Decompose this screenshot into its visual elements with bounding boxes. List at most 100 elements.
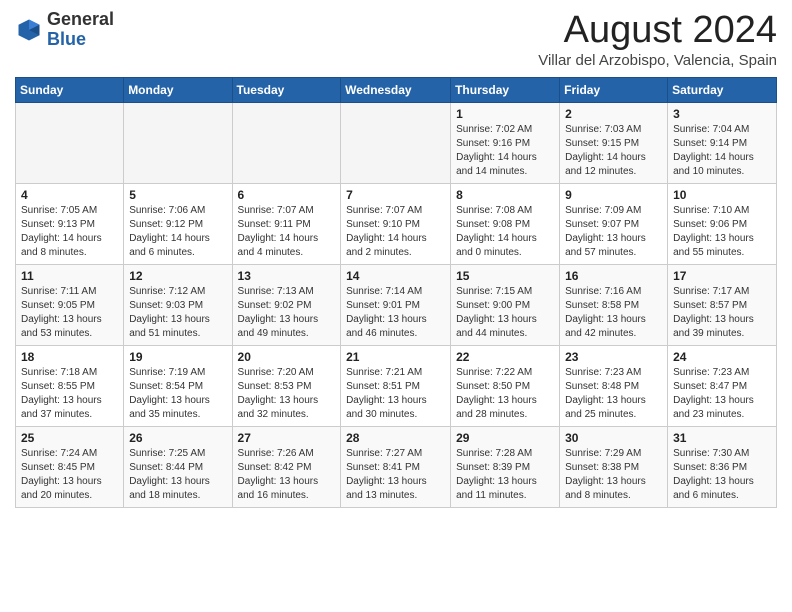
day-info: Sunrise: 7:22 AM Sunset: 8:50 PM Dayligh… [456, 366, 554, 422]
calendar-cell: 10 Sunrise: 7:10 AM Sunset: 9:06 PM Dayli… [668, 183, 777, 264]
calendar-cell: 15 Sunrise: 7:15 AM Sunset: 9:00 PM Dayli… [451, 264, 560, 345]
day-number: 31 [673, 431, 771, 445]
day-info: Sunrise: 7:11 AM Sunset: 9:05 PM Dayligh… [21, 285, 118, 341]
calendar-cell: 17 Sunrise: 7:17 AM Sunset: 8:57 PM Dayli… [668, 264, 777, 345]
day-info: Sunrise: 7:21 AM Sunset: 8:51 PM Dayligh… [346, 366, 445, 422]
column-header-sunday: Sunday [16, 77, 124, 102]
day-number: 7 [346, 188, 445, 202]
day-number: 22 [456, 350, 554, 364]
day-number: 5 [129, 188, 226, 202]
day-info: Sunrise: 7:23 AM Sunset: 8:48 PM Dayligh… [565, 366, 662, 422]
day-number: 1 [456, 107, 554, 121]
calendar-cell: 6 Sunrise: 7:07 AM Sunset: 9:11 PM Daylig… [232, 183, 341, 264]
calendar-cell: 28 Sunrise: 7:27 AM Sunset: 8:41 PM Dayli… [341, 426, 451, 507]
calendar-cell: 25 Sunrise: 7:24 AM Sunset: 8:45 PM Dayli… [16, 426, 124, 507]
calendar-cell: 7 Sunrise: 7:07 AM Sunset: 9:10 PM Daylig… [341, 183, 451, 264]
calendar-cell: 27 Sunrise: 7:26 AM Sunset: 8:42 PM Dayli… [232, 426, 341, 507]
logo-general-text: General [47, 9, 114, 29]
day-info: Sunrise: 7:16 AM Sunset: 8:58 PM Dayligh… [565, 285, 662, 341]
day-info: Sunrise: 7:04 AM Sunset: 9:14 PM Dayligh… [673, 123, 771, 179]
day-info: Sunrise: 7:17 AM Sunset: 8:57 PM Dayligh… [673, 285, 771, 341]
title-area: August 2024 Villar del Arzobispo, Valenc… [538, 10, 777, 69]
day-info: Sunrise: 7:30 AM Sunset: 8:36 PM Dayligh… [673, 447, 771, 503]
day-number: 11 [21, 269, 118, 283]
calendar-cell [16, 102, 124, 183]
calendar-cell: 12 Sunrise: 7:12 AM Sunset: 9:03 PM Dayli… [124, 264, 232, 345]
day-info: Sunrise: 7:23 AM Sunset: 8:47 PM Dayligh… [673, 366, 771, 422]
calendar-cell: 11 Sunrise: 7:11 AM Sunset: 9:05 PM Dayli… [16, 264, 124, 345]
day-info: Sunrise: 7:20 AM Sunset: 8:53 PM Dayligh… [238, 366, 336, 422]
day-number: 14 [346, 269, 445, 283]
day-info: Sunrise: 7:12 AM Sunset: 9:03 PM Dayligh… [129, 285, 226, 341]
day-number: 8 [456, 188, 554, 202]
day-info: Sunrise: 7:13 AM Sunset: 9:02 PM Dayligh… [238, 285, 336, 341]
day-number: 17 [673, 269, 771, 283]
calendar-cell: 20 Sunrise: 7:20 AM Sunset: 8:53 PM Dayli… [232, 345, 341, 426]
day-info: Sunrise: 7:24 AM Sunset: 8:45 PM Dayligh… [21, 447, 118, 503]
calendar-week-row: 25 Sunrise: 7:24 AM Sunset: 8:45 PM Dayli… [16, 426, 777, 507]
day-number: 21 [346, 350, 445, 364]
day-number: 9 [565, 188, 662, 202]
logo-blue-text: Blue [47, 29, 86, 49]
day-number: 26 [129, 431, 226, 445]
calendar-cell: 26 Sunrise: 7:25 AM Sunset: 8:44 PM Dayli… [124, 426, 232, 507]
day-info: Sunrise: 7:07 AM Sunset: 9:11 PM Dayligh… [238, 204, 336, 260]
day-info: Sunrise: 7:02 AM Sunset: 9:16 PM Dayligh… [456, 123, 554, 179]
day-number: 13 [238, 269, 336, 283]
day-info: Sunrise: 7:29 AM Sunset: 8:38 PM Dayligh… [565, 447, 662, 503]
day-info: Sunrise: 7:18 AM Sunset: 8:55 PM Dayligh… [21, 366, 118, 422]
day-number: 10 [673, 188, 771, 202]
column-header-wednesday: Wednesday [341, 77, 451, 102]
calendar-cell: 24 Sunrise: 7:23 AM Sunset: 8:47 PM Dayli… [668, 345, 777, 426]
day-number: 4 [21, 188, 118, 202]
logo-text: General Blue [47, 10, 114, 50]
day-number: 15 [456, 269, 554, 283]
day-info: Sunrise: 7:14 AM Sunset: 9:01 PM Dayligh… [346, 285, 445, 341]
day-number: 25 [21, 431, 118, 445]
day-info: Sunrise: 7:25 AM Sunset: 8:44 PM Dayligh… [129, 447, 226, 503]
calendar-cell [232, 102, 341, 183]
calendar-week-row: 18 Sunrise: 7:18 AM Sunset: 8:55 PM Dayli… [16, 345, 777, 426]
calendar-week-row: 4 Sunrise: 7:05 AM Sunset: 9:13 PM Daylig… [16, 183, 777, 264]
day-info: Sunrise: 7:05 AM Sunset: 9:13 PM Dayligh… [21, 204, 118, 260]
calendar-cell: 9 Sunrise: 7:09 AM Sunset: 9:07 PM Daylig… [560, 183, 668, 264]
calendar-cell: 3 Sunrise: 7:04 AM Sunset: 9:14 PM Daylig… [668, 102, 777, 183]
calendar-cell: 13 Sunrise: 7:13 AM Sunset: 9:02 PM Dayli… [232, 264, 341, 345]
month-title: August 2024 [538, 10, 777, 52]
day-number: 18 [21, 350, 118, 364]
day-number: 12 [129, 269, 226, 283]
calendar-cell: 16 Sunrise: 7:16 AM Sunset: 8:58 PM Dayli… [560, 264, 668, 345]
calendar-cell: 21 Sunrise: 7:21 AM Sunset: 8:51 PM Dayli… [341, 345, 451, 426]
day-info: Sunrise: 7:10 AM Sunset: 9:06 PM Dayligh… [673, 204, 771, 260]
day-number: 27 [238, 431, 336, 445]
day-number: 30 [565, 431, 662, 445]
day-info: Sunrise: 7:03 AM Sunset: 9:15 PM Dayligh… [565, 123, 662, 179]
day-info: Sunrise: 7:26 AM Sunset: 8:42 PM Dayligh… [238, 447, 336, 503]
day-info: Sunrise: 7:28 AM Sunset: 8:39 PM Dayligh… [456, 447, 554, 503]
day-number: 3 [673, 107, 771, 121]
day-info: Sunrise: 7:19 AM Sunset: 8:54 PM Dayligh… [129, 366, 226, 422]
calendar-cell [341, 102, 451, 183]
day-info: Sunrise: 7:27 AM Sunset: 8:41 PM Dayligh… [346, 447, 445, 503]
column-header-saturday: Saturday [668, 77, 777, 102]
day-number: 23 [565, 350, 662, 364]
calendar-cell: 22 Sunrise: 7:22 AM Sunset: 8:50 PM Dayli… [451, 345, 560, 426]
column-header-tuesday: Tuesday [232, 77, 341, 102]
day-info: Sunrise: 7:07 AM Sunset: 9:10 PM Dayligh… [346, 204, 445, 260]
day-info: Sunrise: 7:09 AM Sunset: 9:07 PM Dayligh… [565, 204, 662, 260]
day-info: Sunrise: 7:08 AM Sunset: 9:08 PM Dayligh… [456, 204, 554, 260]
calendar-cell: 14 Sunrise: 7:14 AM Sunset: 9:01 PM Dayli… [341, 264, 451, 345]
day-number: 6 [238, 188, 336, 202]
day-number: 24 [673, 350, 771, 364]
calendar-cell: 23 Sunrise: 7:23 AM Sunset: 8:48 PM Dayli… [560, 345, 668, 426]
day-number: 28 [346, 431, 445, 445]
page-header: General Blue August 2024 Villar del Arzo… [15, 10, 777, 69]
logo-icon [15, 16, 43, 44]
calendar-cell: 8 Sunrise: 7:08 AM Sunset: 9:08 PM Daylig… [451, 183, 560, 264]
day-number: 20 [238, 350, 336, 364]
column-header-friday: Friday [560, 77, 668, 102]
calendar-cell: 5Sunrise: 7:06 AM Sunset: 9:12 PM Daylig… [124, 183, 232, 264]
calendar-header-row: SundayMondayTuesdayWednesdayThursdayFrid… [16, 77, 777, 102]
day-info: Sunrise: 7:15 AM Sunset: 9:00 PM Dayligh… [456, 285, 554, 341]
day-number: 16 [565, 269, 662, 283]
